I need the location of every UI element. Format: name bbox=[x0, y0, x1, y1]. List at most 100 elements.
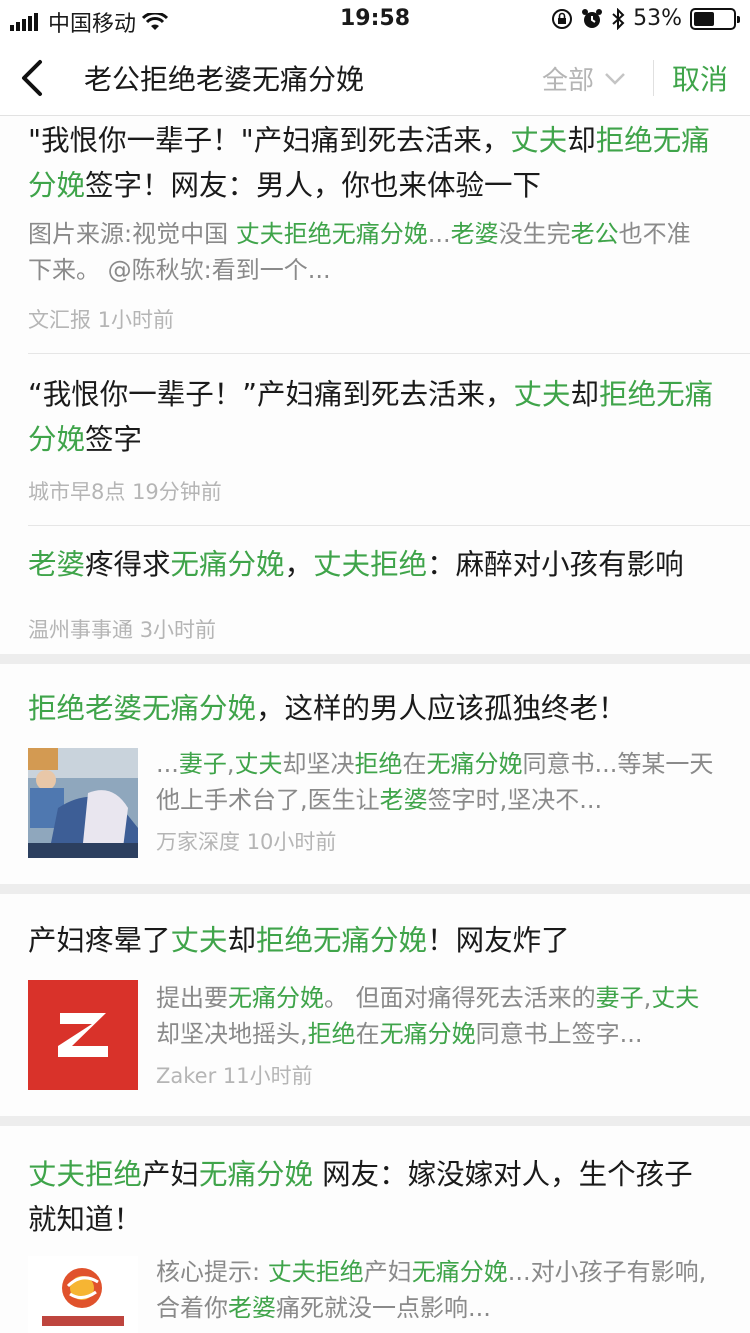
result-title: "我恨你一辈子！"产妇痛到死去活来，丈夫却拒绝无痛分娩签字！网友：男人，你也来体… bbox=[28, 118, 750, 208]
text-segment: ... bbox=[427, 220, 451, 248]
text-segment: ：麻醉对小孩有影响 bbox=[427, 548, 684, 581]
result-title: 丈夫拒绝产妇无痛分娩 网友：嫁没嫁对人，生个孩子就知道！ bbox=[28, 1152, 750, 1242]
highlight-keyword: 拒绝无痛分娩 bbox=[256, 924, 428, 957]
text-segment: , bbox=[226, 750, 235, 778]
highlight-keyword: 丈夫 bbox=[513, 378, 571, 411]
result-source: Zaker bbox=[156, 1064, 217, 1088]
highlight-keyword: 丈夫拒绝 bbox=[28, 1158, 143, 1191]
highlight-keyword: 老婆 bbox=[379, 786, 428, 814]
text-segment: 却坚决地摇头, bbox=[156, 1020, 308, 1048]
result-summary: 提出要无痛分娩。 但面对痛得死去活来的妻子,丈夫却坚决地摇头,拒绝在无痛分娩同意… bbox=[156, 980, 722, 1052]
text-segment: 却 bbox=[227, 924, 257, 957]
highlight-keyword: 丈夫 bbox=[234, 750, 283, 778]
highlight-keyword: 无痛分娩 bbox=[426, 750, 523, 778]
text-segment: 没生完 bbox=[498, 220, 571, 248]
highlight-keyword: 无痛分娩 bbox=[379, 1020, 476, 1048]
result-item[interactable]: 拒绝老婆无痛分娩，这样的男人应该孤独终老！ ...妻子,丈夫却坚决拒绝在无痛分娩… bbox=[28, 664, 750, 884]
battery-icon bbox=[690, 7, 740, 30]
highlight-keyword: 丈夫 bbox=[170, 924, 228, 957]
highlight-keyword: 拒绝 bbox=[307, 1020, 356, 1048]
text-segment: ，这样的男人应该孤独终老！ bbox=[256, 692, 627, 725]
result-summary: 图片来源:视觉中国 丈夫拒绝无痛分娩...老婆没生完老公也不准下来。 @陈秋欤:… bbox=[28, 216, 750, 288]
search-results: "我恨你一辈子！"产妇痛到死去活来，丈夫却拒绝无痛分娩签字！网友：男人，你也来体… bbox=[0, 116, 750, 1333]
highlight-keyword: 老婆 bbox=[28, 548, 86, 581]
result-meta: 文汇报 1小时前 bbox=[28, 304, 174, 334]
highlight-keyword: 丈夫 bbox=[510, 124, 568, 157]
result-title: 产妇疼晕了丈夫却拒绝无痛分娩！网友炸了 bbox=[28, 918, 600, 963]
result-card: 丈夫拒绝产妇无痛分娩 网友：嫁没嫁对人，生个孩子就知道！ 核心提示: 丈夫拒绝产… bbox=[0, 1126, 750, 1333]
highlight-keyword: 拒绝老婆无痛分娩 bbox=[28, 692, 257, 725]
text-segment: 同意书上签字... bbox=[475, 1020, 643, 1048]
text-segment: ... bbox=[156, 750, 179, 778]
result-time: 11小时前 bbox=[222, 1064, 313, 1088]
surgery-photo-icon bbox=[28, 748, 138, 858]
highlight-keyword: 妻子 bbox=[595, 984, 644, 1012]
result-thumbnail bbox=[28, 748, 138, 858]
highlight-keyword: 无痛分娩 bbox=[199, 1158, 314, 1191]
result-source: 城市早8点 bbox=[28, 480, 126, 504]
result-title: “我恨你一辈子！”产妇痛到死去活来，丈夫却拒绝无痛分娩签字 bbox=[28, 372, 750, 462]
result-thumbnail bbox=[28, 1256, 138, 1333]
highlight-keyword: 丈夫拒绝无痛分娩 bbox=[235, 220, 428, 248]
divider bbox=[653, 60, 654, 96]
highlight-keyword: 妻子 bbox=[178, 750, 227, 778]
result-card: 拒绝老婆无痛分娩，这样的男人应该孤独终老！ ...妻子,丈夫却坚决拒绝在无痛分娩… bbox=[0, 664, 750, 884]
text-segment: 产妇 bbox=[363, 1258, 412, 1286]
result-meta: Zaker 11小时前 bbox=[156, 1060, 313, 1090]
status-bar: 中国移动 19:58 53% bbox=[0, 0, 750, 40]
back-arrow-icon[interactable] bbox=[14, 56, 54, 100]
text-segment: “我恨你一辈子！”产妇痛到死去活来， bbox=[28, 378, 514, 411]
text-segment: 却 bbox=[567, 124, 596, 157]
highlight-keyword: 丈夫 bbox=[651, 984, 700, 1012]
text-segment: 却坚决 bbox=[282, 750, 355, 778]
alarm-icon bbox=[582, 8, 603, 28]
battery-percent: 53% bbox=[633, 6, 682, 31]
result-summary: 核心提示: 丈夫拒绝产妇无痛分娩...对小孩子有影响,合着你老婆痛死就没一点影响… bbox=[156, 1254, 722, 1326]
result-meta: 万家深度 10小时前 bbox=[156, 826, 336, 856]
text-segment: "我恨你一辈子！"产妇痛到死去活来， bbox=[28, 124, 511, 157]
text-segment: 核心提示: bbox=[156, 1258, 268, 1286]
result-summary: ...妻子,丈夫却坚决拒绝在无痛分娩同意书...等某一天他上手术台了,医生让老婆… bbox=[156, 746, 722, 818]
text-segment: 产妇 bbox=[142, 1158, 200, 1191]
filter-label: 全部 bbox=[542, 66, 595, 96]
result-source: 文汇报 bbox=[28, 308, 91, 332]
text-segment: 签字 bbox=[85, 423, 143, 456]
text-segment: 。 但面对痛得死去活来的 bbox=[324, 984, 596, 1012]
zaker-logo-icon bbox=[28, 980, 138, 1090]
result-item[interactable]: “我恨你一辈子！”产妇痛到死去活来，丈夫却拒绝无痛分娩签字 城市早8点 19分钟… bbox=[28, 354, 750, 526]
bluetooth-icon bbox=[612, 7, 625, 30]
highlight-keyword: 拒绝 bbox=[354, 750, 403, 778]
result-item[interactable]: "我恨你一辈子！"产妇痛到死去活来，丈夫却拒绝无痛分娩签字！网友：男人，你也来体… bbox=[28, 116, 750, 354]
result-item[interactable]: 丈夫拒绝产妇无痛分娩 网友：嫁没嫁对人，生个孩子就知道！ 核心提示: 丈夫拒绝产… bbox=[28, 1126, 750, 1333]
text-segment: 提出要 bbox=[156, 984, 228, 1012]
result-source: 温州事事通 bbox=[28, 618, 133, 642]
text-segment: ， bbox=[284, 548, 314, 581]
result-thumbnail bbox=[28, 980, 138, 1090]
highlight-keyword: 老婆 bbox=[450, 220, 499, 248]
text-segment: 却 bbox=[570, 378, 600, 411]
result-card: "我恨你一辈子！"产妇痛到死去活来，丈夫却拒绝无痛分娩签字！网友：男人，你也来体… bbox=[0, 116, 750, 654]
chevron-down-icon bbox=[605, 72, 625, 85]
text-segment: 疼得求 bbox=[85, 548, 171, 581]
result-time: 19分钟前 bbox=[132, 480, 222, 504]
text-segment: 在 bbox=[402, 750, 427, 778]
result-item[interactable]: 老婆疼得求无痛分娩，丈夫拒绝：麻醉对小孩有影响 温州事事通 3小时前 bbox=[28, 526, 750, 654]
highlight-keyword: 无痛分娩 bbox=[170, 548, 285, 581]
result-source: 万家深度 bbox=[156, 830, 240, 854]
result-item[interactable]: 产妇疼晕了丈夫却拒绝无痛分娩！网友炸了 提出要无痛分娩 。 但面对痛得死去活来的妻… bbox=[28, 894, 750, 1116]
result-time: 1小时前 bbox=[97, 308, 175, 332]
highlight-keyword: 老公 bbox=[570, 220, 619, 248]
text-segment: 图片来源:视觉中国 bbox=[28, 220, 236, 248]
search-input[interactable]: 老公拒绝老婆无痛分娩 bbox=[84, 58, 364, 98]
text-segment: 产妇疼晕了 bbox=[28, 924, 171, 957]
result-title: 老婆疼得求无痛分娩，丈夫拒绝：麻醉对小孩有影响 bbox=[28, 542, 714, 587]
result-title: 拒绝老婆无痛分娩，这样的男人应该孤独终老！ bbox=[28, 686, 657, 731]
highlight-keyword: 丈夫拒绝 bbox=[267, 1258, 364, 1286]
newspaper-logo-icon bbox=[28, 1256, 138, 1333]
highlight-keyword: 无痛分娩 bbox=[411, 1258, 508, 1286]
result-meta: 城市早8点 19分钟前 bbox=[28, 476, 222, 506]
cancel-button[interactable]: 取消 bbox=[672, 58, 728, 98]
filter-dropdown[interactable]: 全部 bbox=[542, 60, 626, 97]
text-segment: 在 bbox=[355, 1020, 380, 1048]
result-time: 10小时前 bbox=[246, 830, 337, 854]
